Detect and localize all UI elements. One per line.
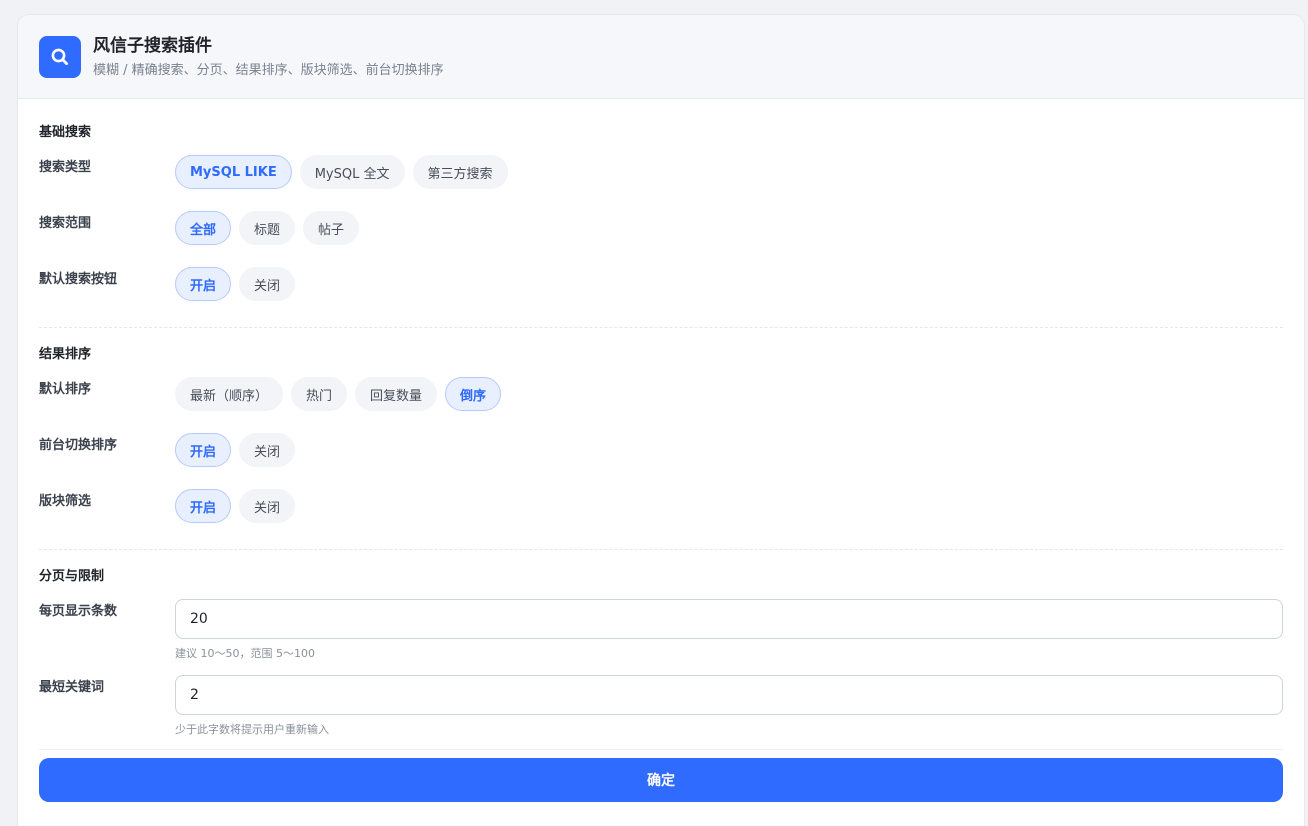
settings-card: 风信子搜索插件 模糊 / 精确搜索、分页、结果排序、版块筛选、前台切换排序 基础… [17, 14, 1305, 826]
row-frontend-switch: 前台切换排序 开启 关闭 [39, 433, 1283, 467]
row-search-scope: 搜索范围 全部 标题 帖子 [39, 211, 1283, 245]
default-button-label: 默认搜索按钮 [39, 272, 118, 287]
section-title-paging: 分页与限制 [39, 569, 105, 584]
min-keyword-hint: 少于此字数将提示用户重新输入 [175, 723, 329, 736]
option-forum-filter-on[interactable]: 开启 [175, 489, 232, 523]
per-page-label: 每页显示条数 [39, 604, 118, 619]
option-default-button-on[interactable]: 开启 [175, 267, 232, 301]
option-default-button-off[interactable]: 关闭 [239, 267, 296, 301]
row-default-button: 默认搜索按钮 开启 关闭 [39, 267, 1283, 301]
frontend-switch-options: 开启 关闭 [175, 433, 296, 467]
frontend-switch-label: 前台切换排序 [39, 438, 118, 453]
per-page-field-wrap: 建议 10～50，范围 5～100 [175, 599, 1283, 661]
option-frontend-switch-off[interactable]: 关闭 [239, 433, 296, 467]
search-scope-label: 搜索范围 [39, 216, 92, 231]
divider [39, 749, 1283, 750]
forum-filter-options: 开启 关闭 [175, 489, 296, 523]
option-forum-filter-off[interactable]: 关闭 [239, 489, 296, 523]
option-sort-hot[interactable]: 热门 [291, 377, 348, 411]
per-page-input[interactable] [175, 599, 1283, 639]
option-scope-all[interactable]: 全部 [175, 211, 232, 245]
divider [39, 327, 1283, 328]
option-frontend-switch-on[interactable]: 开启 [175, 433, 232, 467]
default-button-options: 开启 关闭 [175, 267, 296, 301]
confirm-button[interactable]: 确定 [39, 758, 1283, 802]
option-third-party[interactable]: 第三方搜索 [412, 155, 508, 189]
search-type-label: 搜索类型 [39, 160, 92, 175]
plugin-subtitle: 模糊 / 精确搜索、分页、结果排序、版块筛选、前台切换排序 [93, 62, 444, 78]
option-scope-post[interactable]: 帖子 [303, 211, 360, 245]
option-mysql-fulltext[interactable]: MySQL 全文 [299, 155, 405, 189]
row-forum-filter: 版块筛选 开启 关闭 [39, 489, 1283, 523]
option-sort-latest[interactable]: 最新（顺序） [175, 377, 284, 411]
option-scope-title[interactable]: 标题 [239, 211, 296, 245]
per-page-hint: 建议 10～50，范围 5～100 [175, 647, 315, 660]
default-sort-options: 最新（顺序） 热门 回复数量 倒序 [175, 377, 502, 411]
row-search-type: 搜索类型 MySQL LIKE MySQL 全文 第三方搜索 [39, 155, 1283, 189]
row-default-sort: 默认排序 最新（顺序） 热门 回复数量 倒序 [39, 377, 1283, 411]
search-type-options: MySQL LIKE MySQL 全文 第三方搜索 [175, 155, 508, 189]
min-keyword-input[interactable] [175, 675, 1283, 715]
default-sort-label: 默认排序 [39, 382, 92, 397]
search-scope-options: 全部 标题 帖子 [175, 211, 360, 245]
plugin-title: 风信子搜索插件 [93, 35, 212, 56]
option-mysql-like[interactable]: MySQL LIKE [175, 155, 292, 189]
option-sort-replies[interactable]: 回复数量 [355, 377, 438, 411]
option-sort-reverse[interactable]: 倒序 [445, 377, 502, 411]
forum-filter-label: 版块筛选 [39, 494, 92, 509]
search-icon [39, 35, 81, 78]
section-title-basic: 基础搜索 [39, 125, 92, 140]
row-min-keyword: 最短关键词 少于此字数将提示用户重新输入 [39, 675, 1283, 737]
section-title-sorting: 结果排序 [39, 347, 92, 362]
min-keyword-field-wrap: 少于此字数将提示用户重新输入 [175, 675, 1283, 737]
plugin-header: 风信子搜索插件 模糊 / 精确搜索、分页、结果排序、版块筛选、前台切换排序 [18, 15, 1304, 99]
divider [39, 549, 1283, 550]
row-per-page: 每页显示条数 建议 10～50，范围 5～100 [39, 599, 1283, 661]
min-keyword-label: 最短关键词 [39, 680, 105, 695]
